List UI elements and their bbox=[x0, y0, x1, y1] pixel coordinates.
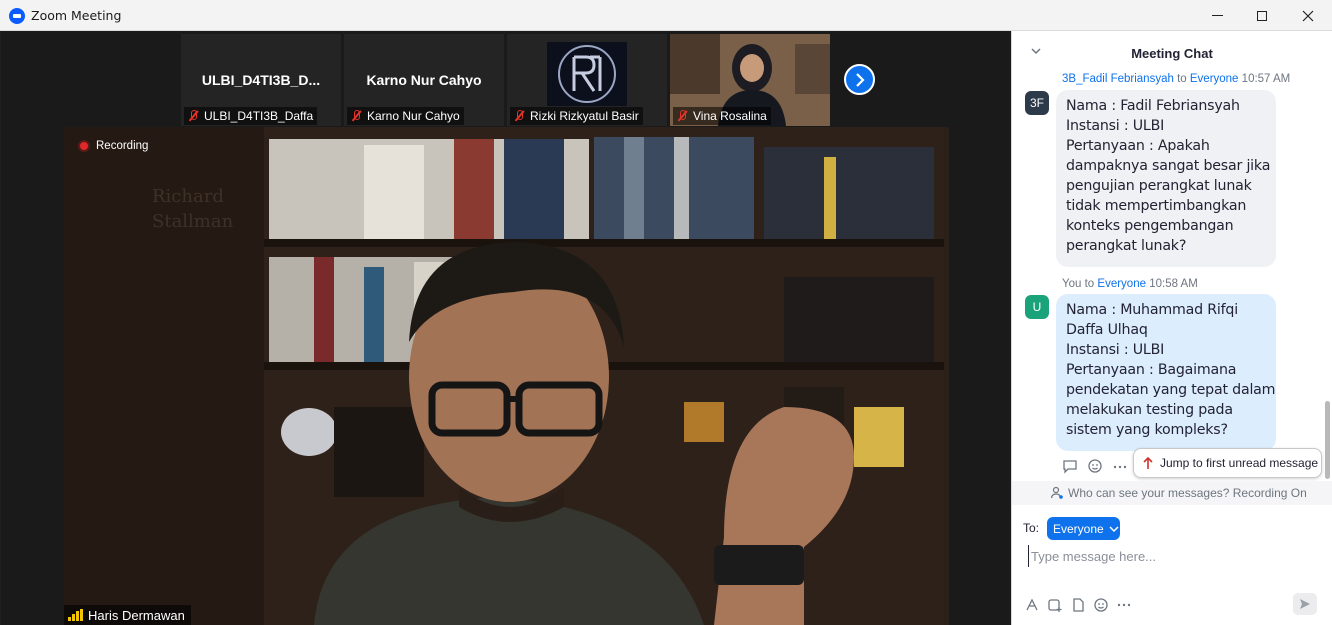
rr-logo-icon bbox=[558, 45, 616, 103]
jump-to-unread-button[interactable]: Jump to first unread message bbox=[1133, 448, 1322, 478]
message-line: Daffa Ulhaq bbox=[1066, 322, 1148, 338]
bookshelf-top bbox=[269, 137, 934, 239]
connection-signal-icon bbox=[68, 609, 83, 621]
message-recipient: Everyone bbox=[1189, 73, 1239, 85]
message-time: 10:58 AM bbox=[1149, 278, 1198, 290]
chat-header: Meeting Chat bbox=[1012, 31, 1332, 71]
avatar[interactable]: U bbox=[1025, 295, 1049, 319]
participant-tile-vina[interactable]: Vina Rosalina bbox=[670, 34, 830, 126]
profile-picture bbox=[547, 42, 627, 106]
participant-tile-rizki[interactable]: Rizki Rizkyatul Basir bbox=[507, 34, 667, 126]
participant-display-name: ULBI_D4TI3B_D... bbox=[201, 72, 321, 88]
chat-message-input[interactable] bbox=[1028, 545, 1318, 567]
participant-name: ULBI_D4TI3B_Daffa bbox=[204, 109, 314, 123]
participant-name: Rizki Rizkyatul Basir bbox=[530, 109, 639, 123]
person-eye-icon bbox=[1050, 486, 1063, 499]
close-button[interactable] bbox=[1285, 0, 1331, 31]
participant-name: Vina Rosalina bbox=[693, 109, 767, 123]
emoji-reaction-icon[interactable] bbox=[1087, 458, 1103, 474]
file-icon[interactable] bbox=[1070, 597, 1086, 613]
message-actions bbox=[1062, 458, 1128, 474]
chat-title: Meeting Chat bbox=[1131, 46, 1213, 61]
message-line: Pertanyaan : Bagaimana bbox=[1066, 362, 1237, 378]
background-wall-text: Richard bbox=[152, 186, 224, 207]
mic-muted-icon bbox=[512, 109, 526, 123]
maximize-button[interactable] bbox=[1239, 0, 1285, 31]
participant-name: Karno Nur Cahyo bbox=[367, 109, 460, 123]
message-to-word: to bbox=[1084, 278, 1095, 290]
message-line: melakukan testing pada bbox=[1066, 402, 1233, 418]
background-wall-text: Stallman bbox=[152, 211, 234, 232]
message-line: Instansi : ULBI bbox=[1066, 118, 1165, 134]
message-line: pendekatan yang tepat dalam bbox=[1066, 382, 1276, 398]
maximize-icon bbox=[1257, 10, 1267, 21]
message-line: dampaknya sangat besar jika bbox=[1066, 158, 1271, 174]
speaker-name-label: Haris Dermawan bbox=[64, 605, 191, 625]
privacy-text: Who can see your messages? Recording On bbox=[1068, 486, 1307, 500]
speaker-name: Haris Dermawan bbox=[88, 607, 185, 623]
participant-name-label: Rizki Rizkyatul Basir bbox=[510, 107, 643, 125]
more-icon[interactable] bbox=[1116, 597, 1132, 613]
message-meta: You to Everyone 10:58 AM bbox=[1062, 278, 1198, 290]
send-button[interactable] bbox=[1293, 593, 1317, 615]
participant-name-label: Karno Nur Cahyo bbox=[347, 107, 464, 125]
message-bubble[interactable]: Nama : Fadil Febriansyah Instansi : ULBI… bbox=[1056, 90, 1276, 267]
participant-display-name: Karno Nur Cahyo bbox=[366, 72, 482, 88]
message-time: 10:57 AM bbox=[1241, 73, 1291, 85]
message-line: Nama : Muhammad Rifqi bbox=[1066, 302, 1238, 318]
participant-name-label: Vina Rosalina bbox=[673, 107, 771, 125]
send-icon bbox=[1300, 599, 1310, 609]
arrow-up-icon bbox=[1143, 456, 1153, 469]
participant-tile-daffa[interactable]: ULBI_D4TI3B_D... ULBI_D4TI3B_Daffa bbox=[181, 34, 341, 126]
chevron-down-icon bbox=[1109, 525, 1119, 532]
message-line: tidak mempertimbangkan bbox=[1066, 198, 1247, 214]
chat-toolbar bbox=[1024, 597, 1132, 613]
mic-muted-icon bbox=[349, 109, 363, 123]
next-page-button[interactable] bbox=[844, 64, 875, 95]
message-line: Instansi : ULBI bbox=[1066, 342, 1165, 358]
participant-name-label: ULBI_D4TI3B_Daffa bbox=[184, 107, 318, 125]
more-options-icon[interactable] bbox=[1112, 458, 1128, 474]
window-title: Zoom Meeting bbox=[31, 8, 122, 23]
message-line: Nama : Fadil Febriansyah bbox=[1066, 98, 1240, 114]
minimize-button[interactable] bbox=[1194, 0, 1240, 31]
active-speaker-video: Richard Stallman Recording Haris Dermawa… bbox=[64, 127, 949, 625]
jump-to-unread-label: Jump to first unread message bbox=[1160, 456, 1319, 470]
privacy-notice[interactable]: Who can see your messages? Recording On bbox=[1012, 481, 1332, 505]
recording-indicator: Recording bbox=[78, 140, 148, 152]
format-text-icon[interactable] bbox=[1024, 597, 1040, 613]
message-recipient: Everyone bbox=[1097, 278, 1146, 290]
chat-scrollbar[interactable] bbox=[1325, 401, 1330, 479]
participant-tile-karno[interactable]: Karno Nur Cahyo Karno Nur Cahyo bbox=[344, 34, 504, 126]
emoji-icon[interactable] bbox=[1093, 597, 1109, 613]
screenshot-icon[interactable] bbox=[1047, 597, 1063, 613]
to-label: To: bbox=[1023, 521, 1040, 535]
message-line: perangkat lunak? bbox=[1066, 238, 1187, 254]
message-line: konteks pengembangan bbox=[1066, 218, 1234, 234]
message-line: Pertanyaan : Apakah bbox=[1066, 138, 1210, 154]
mic-muted-icon bbox=[675, 109, 689, 123]
message-sender: You bbox=[1062, 278, 1082, 290]
message-bubble[interactable]: Nama : Muhammad Rifqi Daffa Ulhaq Instan… bbox=[1056, 294, 1276, 451]
message-to-word: to bbox=[1177, 73, 1187, 85]
reply-icon[interactable] bbox=[1062, 458, 1078, 474]
recipient-dropdown[interactable]: Everyone bbox=[1047, 517, 1120, 540]
avatar[interactable]: 3F bbox=[1025, 91, 1049, 115]
message-sender[interactable]: 3B_Fadil Febriansyah bbox=[1062, 73, 1174, 85]
close-icon bbox=[1302, 10, 1314, 21]
message-line: pengujian perangkat lunak bbox=[1066, 178, 1252, 194]
video-area: ULBI_D4TI3B_D... ULBI_D4TI3B_Daffa Karno… bbox=[1, 31, 1011, 625]
zoom-app-icon bbox=[9, 8, 25, 24]
recording-label: Recording bbox=[96, 140, 149, 152]
window-titlebar: Zoom Meeting bbox=[0, 0, 1332, 31]
message-meta: 3B_Fadil Febriansyah to Everyone 10:57 A… bbox=[1062, 73, 1290, 85]
chevron-right-icon bbox=[855, 72, 865, 87]
mic-muted-icon bbox=[186, 109, 200, 123]
recipient-value: Everyone bbox=[1053, 521, 1104, 536]
minimize-icon bbox=[1211, 15, 1223, 16]
message-line: sistem yang kompleks? bbox=[1066, 422, 1228, 438]
recording-icon bbox=[78, 140, 90, 152]
chat-panel: Meeting Chat 3B_Fadil Febriansyah to Eve… bbox=[1011, 31, 1332, 625]
speaker-video-scene: Richard Stallman bbox=[64, 127, 949, 625]
